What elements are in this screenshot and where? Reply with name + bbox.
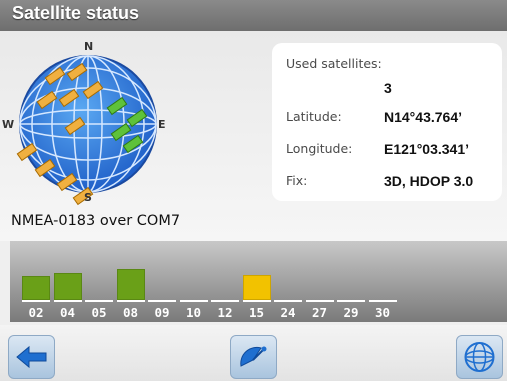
latitude-label: Latitude: (286, 109, 342, 124)
bar-baseline (305, 300, 334, 302)
satellite-bar-15 (242, 262, 271, 302)
compass-east: E (158, 118, 166, 131)
compass-west: W (2, 118, 15, 131)
used-satellites-label: Used satellites: (286, 56, 382, 71)
satellite-id-label: 05 (91, 305, 107, 320)
bar-baseline (148, 300, 176, 302)
satellite-view-button[interactable] (230, 335, 277, 379)
satellite-id-label: 08 (122, 305, 139, 320)
bar-baseline (274, 300, 302, 302)
bar-baseline (337, 300, 365, 302)
satellite-bar-12 (211, 262, 239, 302)
satellite-id-label: 12 (217, 305, 233, 320)
signal-level (242, 275, 271, 300)
title-bar: Satellite status (0, 0, 507, 31)
satellite-id-label: 09 (154, 305, 170, 320)
satellite-id-label: 27 (311, 305, 328, 320)
bar-baseline (368, 300, 397, 302)
satellite-id-label: 24 (280, 305, 296, 320)
globe-view-button[interactable] (456, 335, 503, 379)
bar-baseline (116, 300, 145, 302)
signal-level (22, 276, 50, 300)
compass-south: S (84, 191, 92, 204)
satellite-bar-09 (148, 262, 176, 302)
signal-level (116, 269, 145, 300)
latitude-value: N14°43.764’ (384, 109, 462, 125)
bar-baseline (211, 300, 239, 302)
satellite-bar-24 (274, 262, 302, 302)
fix-label: Fix: (286, 173, 308, 188)
used-satellites-value: 3 (384, 80, 392, 96)
bar-baseline (179, 300, 208, 302)
longitude-label: Longitude: (286, 141, 353, 156)
signal-level (53, 273, 82, 300)
position-info-card: Used satellites: 3 Latitude: N14°43.764’… (272, 43, 502, 201)
satellite-dish-icon (240, 346, 267, 367)
compass-north: N (84, 40, 94, 53)
satellite-id-label: 15 (248, 305, 265, 320)
back-button[interactable] (8, 335, 55, 379)
back-arrow-icon (16, 345, 47, 369)
sky-view: N S E W (0, 36, 190, 206)
satellite-id-label: 30 (374, 305, 391, 320)
globe-icon (464, 342, 495, 372)
bar-baseline (22, 300, 50, 302)
satellite-bar-08 (116, 262, 145, 302)
bar-baseline (242, 300, 271, 302)
satellite-bar-05 (85, 262, 113, 302)
satellite-id-label: 04 (59, 305, 76, 320)
satellite-bar-29 (337, 262, 365, 302)
bar-baseline (53, 300, 82, 302)
satellite-bar-04 (53, 262, 82, 302)
satellite-id-label: 29 (343, 305, 359, 320)
data-source-text: NMEA-0183 over COM7 (11, 213, 181, 229)
window-title: Satellite status (12, 3, 140, 23)
bottom-toolbar (0, 325, 507, 381)
satellite-bar-30 (368, 262, 397, 302)
satellite-id-label: 02 (28, 305, 44, 320)
longitude-value: E121°03.341’ (384, 141, 470, 157)
bar-baseline (85, 300, 113, 302)
satellite-bar-27 (305, 262, 334, 302)
fix-value: 3D, HDOP 3.0 (384, 173, 474, 189)
satellite-bar-10 (179, 262, 208, 302)
satellite-id-label: 10 (185, 305, 202, 320)
signal-strength-panel: 02 04 05 08 09 10 12 15 24 27 29 30 (10, 241, 507, 322)
satellite-bar-02 (22, 262, 50, 302)
